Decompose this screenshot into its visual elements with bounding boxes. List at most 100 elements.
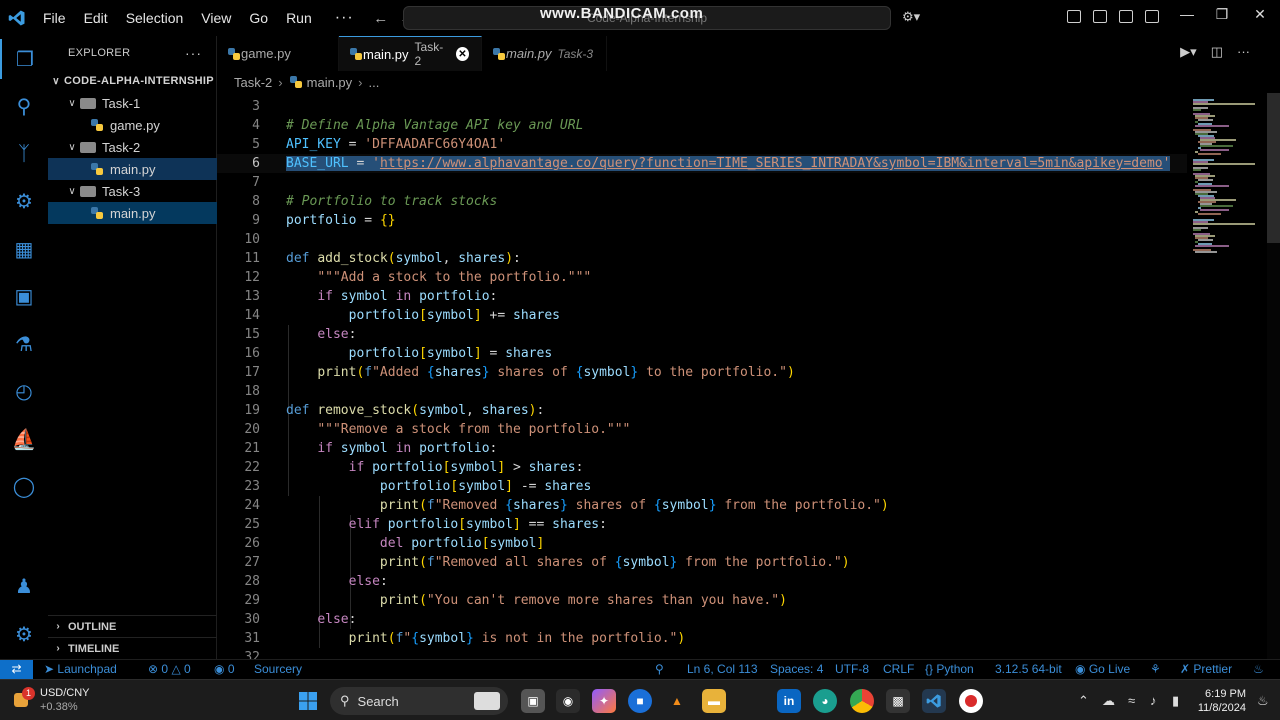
remote-indicator-icon[interactable]: ⇄ — [0, 660, 33, 680]
code-line[interactable]: 25 elif portfolio[symbol] == shares: — [217, 515, 1187, 534]
customize-layout-icon[interactable] — [1145, 10, 1159, 23]
linkedin-app-icon[interactable]: in — [777, 689, 801, 713]
code-line[interactable]: 30 else: — [217, 610, 1187, 629]
cloud-icon[interactable]: ☁ — [1102, 693, 1115, 709]
python-interpreter[interactable]: 3.12.5 64-bit — [995, 660, 1062, 680]
toggle-panel-icon[interactable] — [1093, 10, 1107, 23]
zoom-app-icon[interactable]: ■ — [628, 689, 652, 713]
code-line[interactable]: 8 # Portfolio to track stocks — [217, 192, 1187, 211]
tree-folder-task-2[interactable]: ∨ Task-2 — [48, 136, 217, 158]
explorer-icon[interactable]: ❐ — [0, 39, 48, 79]
manage-gear-icon[interactable]: ⚙ — [0, 614, 48, 654]
account-status-icon[interactable]: ⚘ — [1150, 660, 1161, 680]
explorer-more-button[interactable]: ··· — [185, 45, 202, 61]
code-line[interactable]: 12 """Add a stock to the portfolio.""" — [217, 268, 1187, 287]
vscode-taskbar-icon[interactable] — [922, 689, 946, 713]
code-line[interactable]: 16 portfolio[symbol] = shares — [217, 344, 1187, 363]
maximize-button[interactable]: ❐ — [1207, 6, 1237, 23]
code-line[interactable]: 20 """Remove a stock from the portfolio.… — [217, 420, 1187, 439]
code-line[interactable]: 24 print(f"Removed {shares} shares of {s… — [217, 496, 1187, 515]
zoom-search-icon[interactable]: ⚲ — [655, 660, 664, 680]
end-of-line[interactable]: CRLF — [883, 660, 914, 680]
toggle-secondary-sidebar-icon[interactable] — [1119, 10, 1133, 23]
encoding[interactable]: UTF-8 — [835, 660, 869, 680]
widgets-ticker[interactable]: 1 USD/CNY +0.38% — [12, 686, 90, 714]
close-tab-icon[interactable]: ✕ — [455, 47, 469, 61]
taskbar-search[interactable]: ⚲ Search — [330, 687, 508, 715]
code-line[interactable]: 28 else: — [217, 572, 1187, 591]
code-line[interactable]: 17 print(f"Added {shares} shares of {sym… — [217, 363, 1187, 382]
code-line[interactable]: 14 portfolio[symbol] += shares — [217, 306, 1187, 325]
code-line[interactable]: 27 print(f"Removed all shares of {symbol… — [217, 553, 1187, 572]
tab-game-py[interactable]: game.py — [217, 36, 339, 71]
split-editor-icon[interactable]: ◫ — [1211, 44, 1223, 60]
code-line[interactable]: 10 — [217, 230, 1187, 249]
tab-main-py-task-3[interactable]: main.py Task-3 — [482, 36, 607, 71]
task-view-icon[interactable]: ▣ — [521, 689, 545, 713]
tree-file-task3-main-py[interactable]: main.py — [48, 202, 217, 224]
more-actions-icon[interactable]: ··· — [1237, 44, 1250, 60]
sourcery-item[interactable]: Sourcery — [254, 660, 302, 680]
windows-start-icon[interactable] — [296, 689, 320, 713]
tree-folder-task-3[interactable]: ∨ Task-3 — [48, 180, 217, 202]
code-line[interactable]: 11 def add_stock(symbol, shares): — [217, 249, 1187, 268]
breadcrumb-file[interactable]: main.py — [307, 75, 353, 90]
ports-item[interactable]: ◉ 0 — [214, 660, 235, 680]
minimap[interactable] — [1187, 93, 1267, 659]
tree-folder-task-1[interactable]: ∨ Task-1 — [48, 92, 217, 114]
edge-browser-icon[interactable]: ◕ — [813, 689, 837, 713]
code-line[interactable]: 21 if symbol in portfolio: — [217, 439, 1187, 458]
battery-icon[interactable]: ▮ — [1172, 693, 1179, 709]
source-control-icon[interactable]: ᛉ — [0, 134, 48, 174]
chrome-browser-icon[interactable] — [850, 689, 874, 713]
timeline-section[interactable]: › TIMELINE — [48, 637, 217, 659]
code-line[interactable]: 13 if symbol in portfolio: — [217, 287, 1187, 306]
run-python-file-icon[interactable]: ▶▾ — [1180, 44, 1197, 60]
prettier-item[interactable]: ✗ Prettier — [1180, 660, 1232, 680]
menu-selection[interactable]: Selection — [117, 0, 193, 36]
file-explorer-icon[interactable]: ▬ — [702, 689, 726, 713]
code-line[interactable]: 19 def remove_stock(symbol, shares): — [217, 401, 1187, 420]
accounts-icon[interactable]: ♟ — [0, 566, 48, 606]
editor-scrollbar[interactable] — [1267, 93, 1280, 659]
code-line[interactable]: 23 portfolio[symbol] -= shares — [217, 477, 1187, 496]
terminal-app-icon[interactable]: ▩ — [886, 689, 910, 713]
system-clock[interactable]: 6:19 PM 11/8/2024 — [1196, 687, 1246, 715]
code-line[interactable]: 3 — [217, 97, 1187, 116]
menu-run[interactable]: Run — [277, 0, 321, 36]
run-debug-icon[interactable]: ⚙ — [0, 181, 48, 221]
minimize-button[interactable]: — — [1172, 6, 1202, 22]
wifi-icon[interactable]: ≈ — [1128, 693, 1135, 708]
git-history-icon[interactable]: ◴ — [0, 371, 48, 411]
extensions-icon[interactable]: ▦ — [0, 229, 48, 269]
penguin-app-icon[interactable]: ◉ — [556, 689, 580, 713]
code-line[interactable]: 9 portfolio = {} — [217, 211, 1187, 230]
remote-explorer-icon[interactable]: ▣ — [0, 276, 48, 316]
language-mode[interactable]: {} Python — [925, 660, 974, 680]
copilot-app-icon[interactable]: ✦ — [592, 689, 616, 713]
code-line[interactable]: 31 print(f"{symbol} is not in the portfo… — [217, 629, 1187, 648]
code-line[interactable]: 5 API_KEY = 'DFFAADAFC66Y4OA1' — [217, 135, 1187, 154]
tab-main-py-task-2[interactable]: main.py Task-2 ✕ — [339, 36, 482, 71]
search-icon[interactable]: ⚲ — [0, 86, 48, 126]
menu-edit[interactable]: Edit — [75, 0, 117, 36]
breadcrumb-folder[interactable]: Task-2 — [234, 75, 272, 90]
bandicam-record-icon[interactable] — [959, 689, 983, 713]
toggle-primary-sidebar-icon[interactable] — [1067, 10, 1081, 23]
code-line[interactable]: 26 del portfolio[symbol] — [217, 534, 1187, 553]
docker-icon[interactable]: ⛵ — [0, 419, 48, 459]
volume-icon[interactable]: ♪ — [1150, 693, 1157, 708]
code-line[interactable]: 6 BASE_URL = 'https://www.alphavantage.co… — [217, 154, 1187, 173]
menu-go[interactable]: Go — [240, 0, 277, 36]
notifications-bell-icon[interactable]: ♨ — [1253, 660, 1264, 680]
code-editor[interactable]: 3 4 # Define Alpha Vantage API key and URL… — [217, 93, 1187, 659]
close-window-button[interactable]: ✕ — [1245, 6, 1275, 23]
copilot-icon[interactable]: ⚙▾ — [902, 9, 920, 25]
code-line[interactable]: 18 — [217, 382, 1187, 401]
tree-file-task2-main-py[interactable]: main.py — [48, 158, 217, 180]
launchpad-item[interactable]: ➤ Launchpad — [44, 660, 117, 680]
code-line[interactable]: 15 else: — [217, 325, 1187, 344]
tree-file-game-py[interactable]: game.py — [48, 114, 217, 136]
workspace-root[interactable]: ∨ CODE-ALPHA-INTERNSHIP — [48, 70, 217, 92]
notification-center-icon[interactable]: ♨ — [1257, 693, 1269, 709]
